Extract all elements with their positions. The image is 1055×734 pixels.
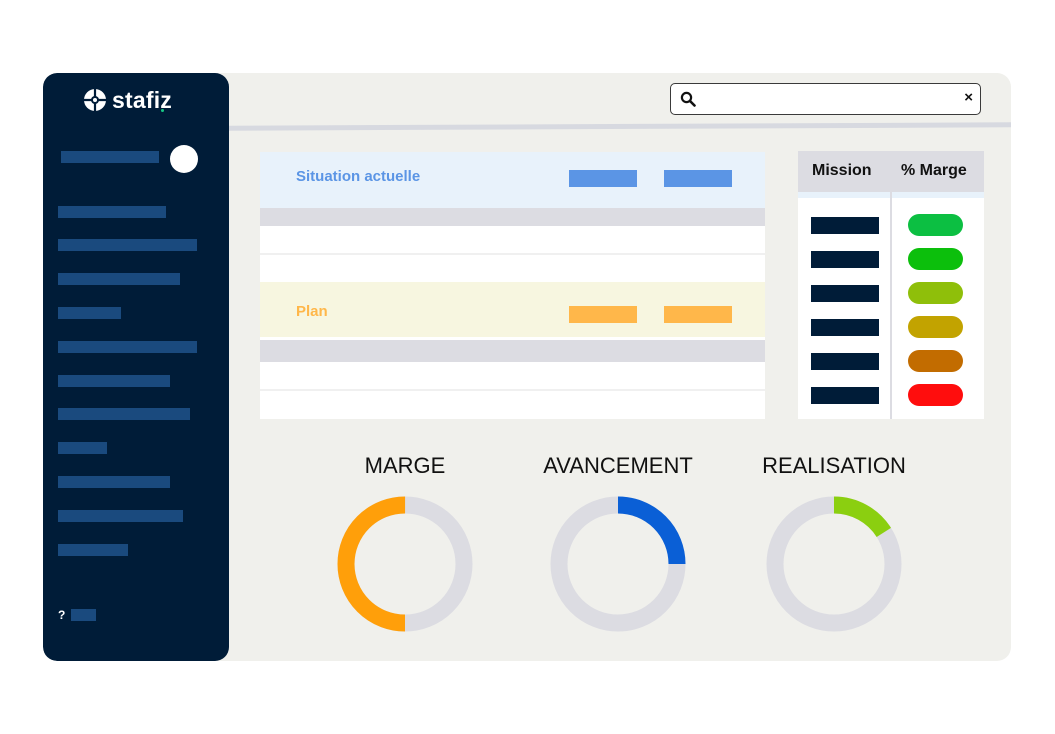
row-divider	[260, 253, 765, 255]
clear-search-icon[interactable]: ×	[964, 89, 973, 106]
column-divider	[890, 151, 892, 419]
margin-status-pill	[908, 316, 963, 338]
plan-label: Plan	[296, 303, 328, 320]
plan-value-2	[664, 306, 732, 323]
user-avatar[interactable]	[170, 145, 198, 173]
table-row-header	[260, 208, 765, 226]
current-value-1	[569, 170, 637, 187]
gauge-title: MARGE	[364, 453, 446, 478]
app-window: stafiz ? × Situation actuelle Plan Missi…	[43, 73, 1011, 661]
sidebar-item-8[interactable]	[58, 442, 107, 454]
header-divider	[229, 122, 1011, 131]
margin-status-pill	[908, 282, 963, 304]
situation-table: Situation actuelle Plan	[260, 152, 765, 419]
sidebar-item-3[interactable]	[58, 273, 180, 285]
mission-name[interactable]	[811, 285, 879, 302]
table-row-header	[260, 340, 765, 362]
mission-name[interactable]	[811, 387, 879, 404]
sidebar-item-1[interactable]	[58, 206, 166, 218]
logo-icon	[84, 89, 106, 111]
gauge-chart	[766, 496, 902, 632]
gauge-chart	[337, 496, 473, 632]
sidebar-item-5[interactable]	[58, 341, 197, 353]
sidebar-item-7[interactable]	[58, 408, 190, 420]
gauge-title: REALISATION	[762, 453, 906, 478]
search-icon	[680, 91, 696, 107]
sidebar-item-9[interactable]	[58, 476, 170, 488]
current-situation-label: Situation actuelle	[296, 168, 421, 185]
sidebar: stafiz ?	[43, 73, 229, 661]
sidebar-item-6[interactable]	[58, 375, 170, 387]
sidebar-item-2[interactable]	[58, 239, 197, 251]
margin-status-pill	[908, 384, 963, 406]
margin-status-pill	[908, 350, 963, 372]
current-value-2	[664, 170, 732, 187]
plan-value-1	[569, 306, 637, 323]
mission-name[interactable]	[811, 251, 879, 268]
mission-name[interactable]	[811, 217, 879, 234]
current-situation-row[interactable]: Situation actuelle	[260, 152, 765, 208]
sidebar-item-10[interactable]	[58, 510, 183, 522]
user-name-placeholder[interactable]	[61, 151, 159, 163]
logo-accent-dot	[161, 109, 164, 112]
search-box[interactable]: ×	[670, 83, 981, 115]
margin-status-pill	[908, 214, 963, 236]
margin-status-pill	[908, 248, 963, 270]
mission-name[interactable]	[811, 353, 879, 370]
brand-logo[interactable]: stafiz	[83, 85, 172, 115]
mission-margin-table: Mission % Marge	[798, 151, 984, 419]
help-label-placeholder[interactable]	[71, 609, 96, 621]
margin-header: % Marge	[901, 162, 967, 179]
help-icon[interactable]: ?	[58, 608, 65, 622]
sidebar-item-11[interactable]	[58, 544, 128, 556]
mission-name[interactable]	[811, 319, 879, 336]
sidebar-item-4[interactable]	[58, 307, 121, 319]
plan-row[interactable]: Plan	[260, 282, 765, 337]
mission-header: Mission	[812, 162, 872, 179]
search-input[interactable]	[703, 89, 953, 109]
row-divider	[260, 389, 765, 391]
gauge-title: AVANCEMENT	[543, 453, 693, 478]
gauge-chart	[550, 496, 686, 632]
